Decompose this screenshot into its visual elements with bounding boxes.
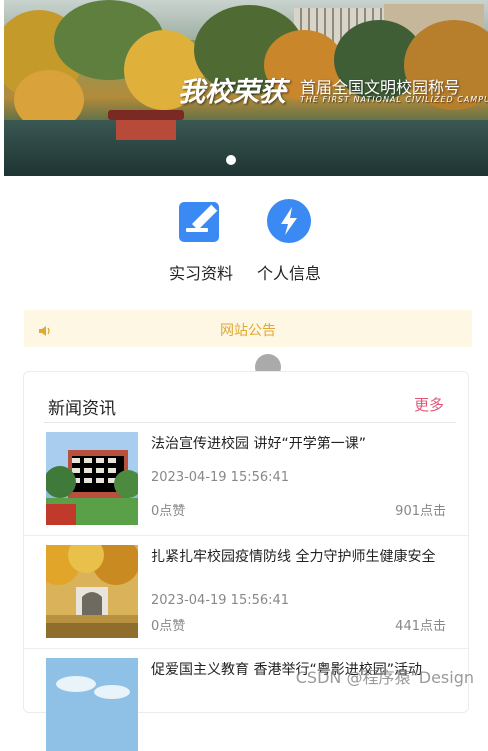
divider: [24, 648, 468, 649]
banner-pavilion: [108, 110, 184, 140]
site-notice-bar[interactable]: 网站公告: [24, 310, 472, 347]
news-title[interactable]: 法治宣传进校园 讲好“开学第一课”: [151, 434, 441, 455]
news-title[interactable]: 扎紧扎牢校园疫情防线 全力守护师生健康安全: [151, 547, 441, 568]
divider: [44, 422, 456, 423]
news-list-item[interactable]: 法治宣传进校园 讲好“开学第一课” 2023-04-19 15:56:41 0点…: [24, 424, 468, 536]
news-likes: 0点赞: [151, 619, 186, 634]
news-section-title: 新闻资讯: [48, 399, 116, 419]
personal-info-button[interactable]: 个人信息: [244, 198, 334, 284]
news-date: 2023-04-19 15:56:41: [151, 470, 290, 485]
site-notice-label: 网站公告: [220, 323, 276, 339]
carousel-indicator-dot[interactable]: [226, 155, 236, 165]
news-thumbnail: [46, 432, 138, 525]
banner-carousel[interactable]: 我校荣获 首届全国文明校园称号 THE FIRST NATIONAL CIVIL…: [4, 0, 488, 176]
internship-materials-button[interactable]: 实习资料: [156, 198, 246, 284]
news-list-item[interactable]: 促爱国主义教育 香港举行“粤影进校园”活动: [24, 650, 468, 751]
banner-title: 我校荣获: [178, 77, 286, 108]
lightning-icon: [266, 198, 312, 244]
edit-document-icon: [178, 198, 224, 244]
personal-info-label: 个人信息: [256, 264, 321, 283]
banner-lake: [4, 120, 488, 176]
banner-subtitle-en: THE FIRST NATIONAL CIVILIZED CAMPUS: [300, 95, 488, 104]
news-more-link[interactable]: 更多: [414, 394, 444, 415]
news-date: 2023-04-19 15:56:41: [151, 593, 290, 608]
news-clicks: 901点击: [395, 504, 446, 519]
divider: [24, 535, 468, 536]
news-likes: 0点赞: [151, 504, 186, 519]
news-list-item[interactable]: 扎紧扎牢校园疫情防线 全力守护师生健康安全 2023-04-19 15:56:4…: [24, 537, 468, 649]
news-section: 新闻资讯 更多 法治宣传进校园 讲好“开学第一课” 2023-04-19 15:…: [23, 371, 469, 751]
news-thumbnail: [46, 545, 138, 638]
news-thumbnail: [46, 658, 138, 751]
internship-materials-label: 实习资料: [168, 264, 233, 283]
watermark: CSDN @程序猿“Design: [295, 668, 474, 687]
news-clicks: 441点击: [395, 619, 446, 634]
